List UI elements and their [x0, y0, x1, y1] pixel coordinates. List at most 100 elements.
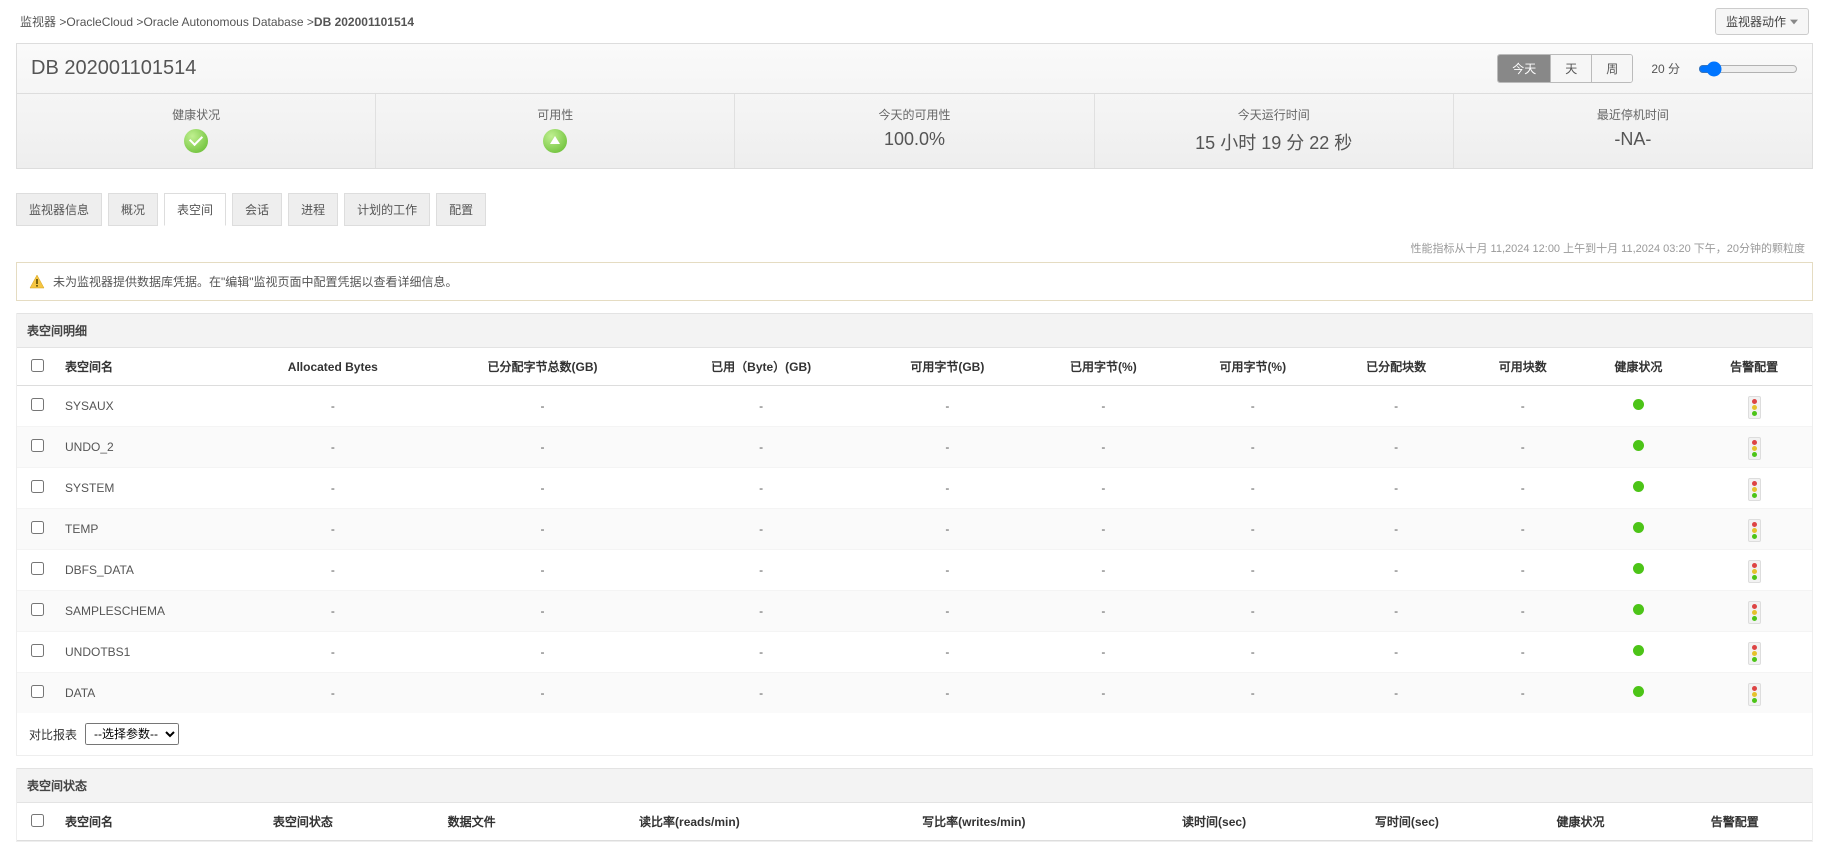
row-checkbox[interactable]: [31, 603, 44, 616]
col-alarm[interactable]: 告警配置: [1696, 348, 1812, 386]
cell-value: -: [1029, 509, 1178, 550]
row-checkbox[interactable]: [31, 644, 44, 657]
cell-value: -: [429, 673, 657, 714]
col-health[interactable]: 健康状况: [1581, 348, 1697, 386]
breadcrumb-root[interactable]: 监视器: [20, 15, 56, 29]
breadcrumb-current: DB 202001101514: [314, 15, 414, 29]
table-row: UNDO_2--------: [17, 427, 1812, 468]
alarm-config-icon[interactable]: [1748, 642, 1761, 665]
tab-scheduled-jobs[interactable]: 计划的工作: [344, 193, 430, 226]
health-dot-icon: [1633, 686, 1644, 697]
alarm-config-icon[interactable]: [1748, 519, 1761, 542]
compare-select[interactable]: --选择参数--: [85, 723, 179, 745]
status-col-name[interactable]: 表空间名: [57, 803, 211, 841]
cell-value: -: [1178, 632, 1327, 673]
cell-value: -: [656, 550, 866, 591]
col-alloc-gb[interactable]: 已分配字节总数(GB): [429, 348, 657, 386]
row-checkbox[interactable]: [31, 521, 44, 534]
tab-monitor-info[interactable]: 监视器信息: [16, 193, 102, 226]
alarm-config-icon[interactable]: [1748, 560, 1761, 583]
cell-value: -: [1029, 427, 1178, 468]
table-row: SYSAUX--------: [17, 386, 1812, 427]
status-col-datafile[interactable]: 数据文件: [394, 803, 548, 841]
alarm-config-icon[interactable]: [1748, 478, 1761, 501]
alarm-config-icon[interactable]: [1748, 437, 1761, 460]
cell-value: -: [1178, 673, 1327, 714]
granularity-slider[interactable]: [1698, 61, 1798, 77]
today-availability-value: 100.0%: [743, 129, 1085, 150]
cell-value: -: [656, 386, 866, 427]
col-free-gb[interactable]: 可用字节(GB): [866, 348, 1029, 386]
cell-value: -: [237, 427, 429, 468]
col-free-pct[interactable]: 可用字节(%): [1178, 348, 1327, 386]
col-used-pct[interactable]: 已用字节(%): [1029, 348, 1178, 386]
status-select-all-checkbox[interactable]: [31, 814, 44, 827]
today-runtime-value: 15 小时 19 分 22 秒: [1103, 129, 1445, 155]
breadcrumb-lvl2[interactable]: Oracle Autonomous Database: [143, 15, 303, 29]
row-checkbox[interactable]: [31, 562, 44, 575]
status-col-read-time[interactable]: 读时间(sec): [1118, 803, 1311, 841]
page-title: DB 202001101514: [31, 57, 196, 80]
tab-config[interactable]: 配置: [436, 193, 486, 226]
seg-week[interactable]: 周: [1591, 55, 1632, 82]
cell-value: -: [1327, 468, 1464, 509]
health-dot-icon: [1633, 522, 1644, 533]
section-tablespace-detail: 表空间明细 表空间名 Allocated Bytes 已分配字节总数(GB) 已…: [16, 313, 1813, 756]
col-name[interactable]: 表空间名: [57, 348, 237, 386]
tab-tablespace[interactable]: 表空间: [164, 193, 226, 226]
cell-value: -: [237, 591, 429, 632]
row-checkbox[interactable]: [31, 480, 44, 493]
granularity-label: 20 分: [1651, 60, 1680, 77]
tab-overview[interactable]: 概况: [108, 193, 158, 226]
health-dot-icon: [1633, 399, 1644, 410]
breadcrumb-lvl1[interactable]: OracleCloud: [66, 15, 133, 29]
tab-process[interactable]: 进程: [288, 193, 338, 226]
cell-name: UNDO_2: [57, 427, 237, 468]
col-used-gb[interactable]: 已用（Byte）(GB): [656, 348, 866, 386]
health-dot-icon: [1633, 604, 1644, 615]
status-col-write-rate[interactable]: 写比率(writes/min): [830, 803, 1118, 841]
cell-value: -: [1178, 509, 1327, 550]
cell-value: -: [1178, 591, 1327, 632]
alarm-config-icon[interactable]: [1748, 601, 1761, 624]
monitor-actions-button[interactable]: 监视器动作: [1715, 8, 1809, 35]
health-dot-icon: [1633, 440, 1644, 451]
status-col-read-rate[interactable]: 读比率(reads/min): [549, 803, 830, 841]
row-checkbox[interactable]: [31, 439, 44, 452]
cell-name: DBFS_DATA: [57, 550, 237, 591]
cell-value: -: [1465, 427, 1581, 468]
status-col-state[interactable]: 表空间状态: [211, 803, 394, 841]
cell-value: -: [656, 591, 866, 632]
cell-value: -: [1327, 509, 1464, 550]
cell-value: -: [656, 427, 866, 468]
cell-value: -: [429, 509, 657, 550]
col-alloc-blocks[interactable]: 已分配块数: [1327, 348, 1464, 386]
seg-today[interactable]: 今天: [1498, 55, 1550, 82]
col-alloc-bytes[interactable]: Allocated Bytes: [237, 348, 429, 386]
cell-value: -: [1465, 509, 1581, 550]
cell-value: -: [866, 591, 1029, 632]
cell-value: -: [1327, 673, 1464, 714]
cell-value: -: [866, 673, 1029, 714]
col-free-blocks[interactable]: 可用块数: [1465, 348, 1581, 386]
cell-value: -: [656, 468, 866, 509]
cell-value: -: [1178, 550, 1327, 591]
alarm-config-icon[interactable]: [1748, 396, 1761, 419]
chevron-down-icon: [1790, 19, 1798, 25]
row-checkbox[interactable]: [31, 398, 44, 411]
alarm-config-icon[interactable]: [1748, 683, 1761, 706]
status-col-write-time[interactable]: 写时间(sec): [1310, 803, 1503, 841]
select-all-checkbox[interactable]: [31, 359, 44, 372]
warning-icon: [29, 274, 45, 290]
tab-session[interactable]: 会话: [232, 193, 282, 226]
seg-day[interactable]: 天: [1550, 55, 1591, 82]
cell-value: -: [1178, 468, 1327, 509]
cell-value: -: [429, 468, 657, 509]
table-row: SYSTEM--------: [17, 468, 1812, 509]
row-checkbox[interactable]: [31, 685, 44, 698]
cell-value: -: [1465, 591, 1581, 632]
status-col-health[interactable]: 健康状况: [1503, 803, 1657, 841]
status-col-alarm[interactable]: 告警配置: [1658, 803, 1812, 841]
cell-value: -: [1465, 386, 1581, 427]
cell-value: -: [1465, 468, 1581, 509]
